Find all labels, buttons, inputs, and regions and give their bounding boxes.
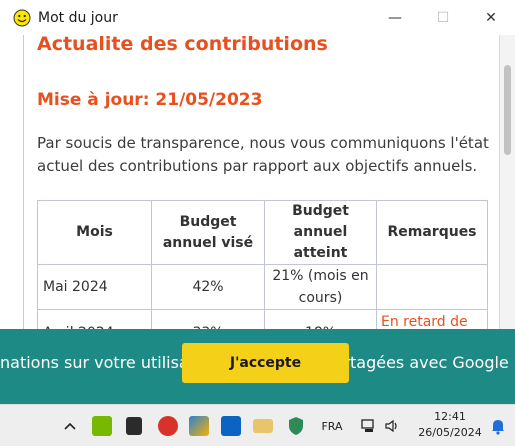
minimize-button[interactable]: — bbox=[371, 0, 419, 35]
chevron-up-icon[interactable] bbox=[60, 413, 80, 439]
title-bar[interactable]: Mot du jour — ☐ ✕ bbox=[0, 0, 515, 35]
clock-time: 12:41 bbox=[434, 410, 466, 423]
mail-icon[interactable] bbox=[251, 413, 275, 439]
notification-icon[interactable] bbox=[488, 413, 508, 439]
header-reached: Budget annuel atteint bbox=[264, 200, 377, 265]
update-date: Mise à jour: 21/05/2023 bbox=[37, 90, 263, 110]
cell-reached: 21% (mois en cours) bbox=[264, 264, 377, 310]
window-title: Mot du jour bbox=[38, 9, 118, 26]
header-target: Budget annuel visé bbox=[151, 200, 265, 265]
header-remarks: Remarques bbox=[376, 200, 488, 265]
clock[interactable]: 12:41 26/05/2024 bbox=[412, 409, 488, 441]
page-heading: Actualite des contributions bbox=[37, 35, 328, 55]
accept-cookies-button[interactable]: J'accepte bbox=[182, 343, 349, 383]
table-row: Mai 2024 42% 21% (mois en cours) bbox=[37, 264, 488, 310]
taskbar: FRA 12:41 26/05/2024 bbox=[0, 404, 515, 446]
cell-target: 42% bbox=[151, 264, 265, 310]
paint-icon[interactable] bbox=[187, 413, 211, 439]
cookie-banner: nations sur votre utilisation du site so… bbox=[0, 329, 515, 404]
scrollbar-thumb[interactable] bbox=[504, 65, 511, 155]
header-month: Mois bbox=[37, 200, 152, 265]
language-indicator[interactable]: FRA bbox=[317, 413, 347, 439]
nvidia-icon[interactable] bbox=[90, 413, 114, 439]
app-window: Mot du jour — ☐ ✕ Actualite des contribu… bbox=[0, 0, 515, 404]
smiley-icon bbox=[13, 9, 31, 26]
ccleaner-icon[interactable] bbox=[156, 413, 180, 439]
volume-icon[interactable] bbox=[382, 413, 404, 439]
intro-text: Par soucis de transparence, nous vous co… bbox=[37, 134, 489, 175]
app-icon[interactable] bbox=[122, 413, 146, 439]
table-header-row: Mois Budget annuel visé Budget annuel at… bbox=[37, 200, 488, 265]
clock-date: 26/05/2024 bbox=[418, 426, 482, 439]
outlook-icon[interactable] bbox=[219, 413, 243, 439]
network-icon[interactable] bbox=[358, 413, 380, 439]
window-controls: — ☐ ✕ bbox=[371, 0, 515, 35]
defender-icon[interactable] bbox=[284, 413, 308, 439]
cell-remark bbox=[376, 264, 488, 310]
language-label: FRA bbox=[321, 419, 343, 433]
maximize-button[interactable]: ☐ bbox=[419, 0, 467, 35]
close-button[interactable]: ✕ bbox=[467, 0, 515, 35]
cell-month: Mai 2024 bbox=[37, 264, 152, 310]
